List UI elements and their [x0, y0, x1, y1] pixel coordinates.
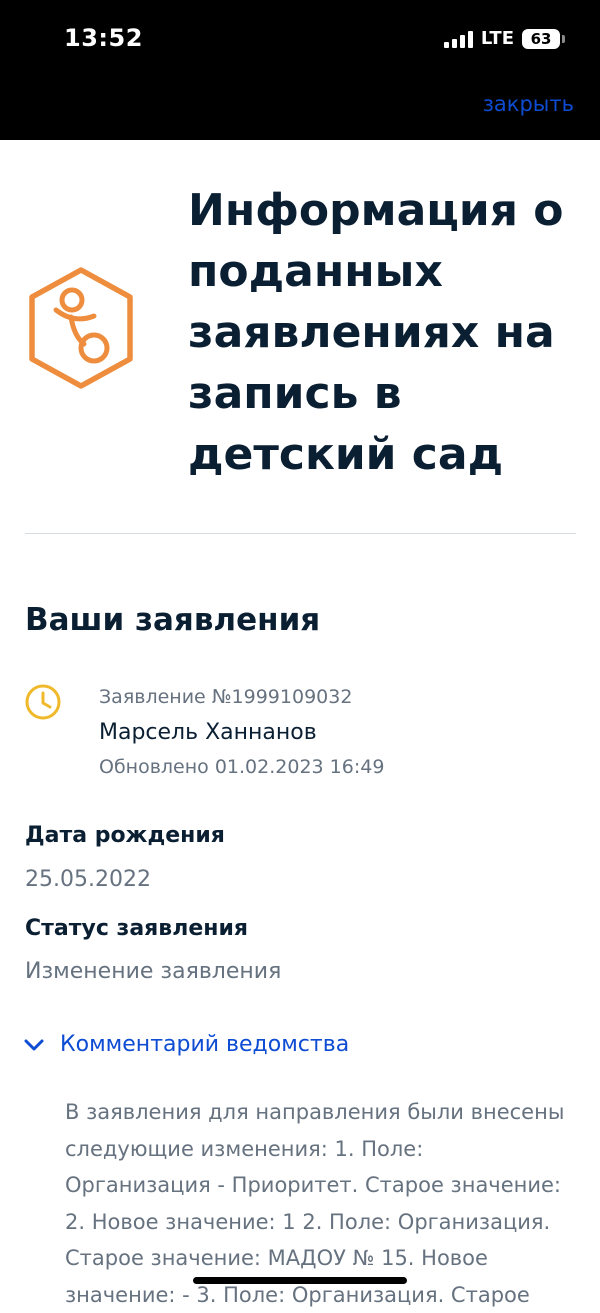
network-type: LTE: [480, 28, 514, 49]
application-number: Заявление №1999109032: [99, 686, 353, 708]
chevron-down-icon: [24, 1039, 44, 1050]
applicant-name: Марсель Ханнанов: [99, 720, 317, 745]
comment-toggle-label: Комментарий ведомства: [60, 1032, 350, 1057]
page-title: Информация о поданных заявлениях на запи…: [188, 185, 564, 480]
application-updated: Обновлено 01.02.2023 16:49: [99, 756, 385, 778]
status-value: Изменение заявления: [25, 959, 282, 984]
status-indicators: LTE 63: [443, 28, 565, 49]
comment-toggle[interactable]: Комментарий ведомства: [24, 1032, 349, 1057]
status-bar: 13:52 LTE 63 закрыть: [0, 0, 600, 140]
close-button[interactable]: закрыть: [483, 92, 574, 116]
status-time: 13:52: [64, 24, 143, 52]
section-title: Ваши заявления: [25, 602, 321, 638]
status-label: Статус заявления: [25, 916, 248, 941]
main-content: Информация о поданных заявлениях на запи…: [0, 140, 600, 1307]
signal-icon: [443, 30, 473, 48]
birth-date-label: Дата рождения: [25, 823, 225, 848]
pacifier-hexagon-icon: [29, 267, 133, 389]
battery-icon: 63: [522, 28, 565, 49]
home-indicator[interactable]: [193, 1277, 407, 1284]
battery-level: 63: [530, 29, 552, 48]
clock-icon: [25, 684, 61, 720]
divider: [25, 533, 576, 534]
birth-date-value: 25.05.2022: [25, 867, 151, 892]
